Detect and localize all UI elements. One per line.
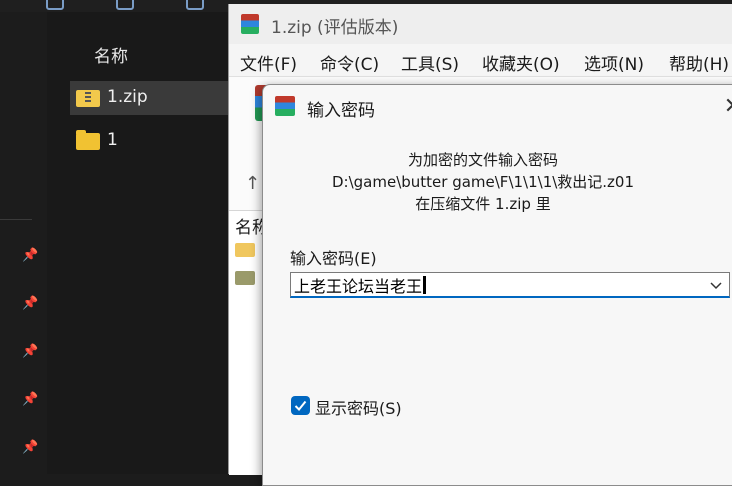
menu-help[interactable]: 帮助(H) (669, 50, 729, 75)
name-column-header[interactable]: 名称 (94, 42, 128, 67)
show-password-checkbox[interactable] (291, 396, 310, 415)
folder-icon (235, 243, 255, 257)
pin-icon[interactable]: 📌 (22, 344, 38, 360)
menu-bar: 文件(F) 命令(C) 工具(S) 收藏夹(O) 选项(N) 帮助(H) (229, 44, 732, 76)
password-combobox[interactable] (290, 272, 730, 298)
close-icon[interactable]: ✕ (721, 93, 732, 121)
menu-options[interactable]: 选项(N) (584, 50, 644, 75)
info-archive: 在压缩文件 1.zip 里 (415, 195, 551, 213)
menu-favorites[interactable]: 收藏夹(O) (482, 50, 560, 75)
menu-tools[interactable]: 工具(S) (401, 50, 459, 75)
winrar-app-icon (241, 14, 259, 34)
menu-file[interactable]: 文件(F) (240, 50, 297, 75)
window-title: 1.zip (评估版本) (271, 18, 399, 38)
show-password-label[interactable]: 显示密码(S) (315, 395, 402, 419)
file-list: 名称 1.zip 1 (48, 12, 280, 474)
password-label: 输入密码(E) (290, 249, 377, 268)
file-name: 1.zip (107, 87, 148, 107)
checkmark-icon (294, 400, 307, 411)
navigation-pane: 📌 📌 📌 📌 📌 (0, 12, 47, 474)
pin-icon[interactable]: 📌 (22, 392, 38, 408)
dialog-title: 输入密码 (307, 101, 375, 121)
chevron-down-icon[interactable] (709, 276, 723, 294)
winrar-app-icon (275, 96, 295, 116)
copy-icon[interactable] (46, 0, 64, 10)
zip-file-icon (76, 90, 100, 107)
folder-icon (76, 130, 100, 150)
dialog-title-bar[interactable]: 输入密码 ✕ (263, 85, 732, 129)
pin-icon[interactable]: 📌 (22, 440, 38, 456)
menu-commands[interactable]: 命令(C) (320, 50, 379, 75)
pin-icon[interactable]: 📌 (22, 248, 38, 264)
paste-icon[interactable] (116, 0, 134, 10)
enter-password-dialog: 输入密码 ✕ 为加密的文件输入密码 D:\game\butter game\F\… (262, 84, 732, 486)
nav-separator (0, 219, 32, 220)
folder-icon (235, 271, 255, 285)
info-file-path: D:\game\butter game\F\1\1\1\救出记.z01 (331, 173, 635, 191)
info-prompt: 为加密的文件输入密码 (407, 151, 558, 169)
file-name: 1 (107, 130, 118, 150)
pin-icon[interactable]: 📌 (22, 296, 38, 312)
winrar-title-bar[interactable]: 1.zip (评估版本) (229, 4, 732, 44)
share-icon[interactable] (186, 0, 204, 10)
text-cursor (423, 276, 426, 294)
password-input[interactable] (291, 273, 704, 296)
up-folder-icon[interactable]: ↑ (245, 173, 260, 194)
